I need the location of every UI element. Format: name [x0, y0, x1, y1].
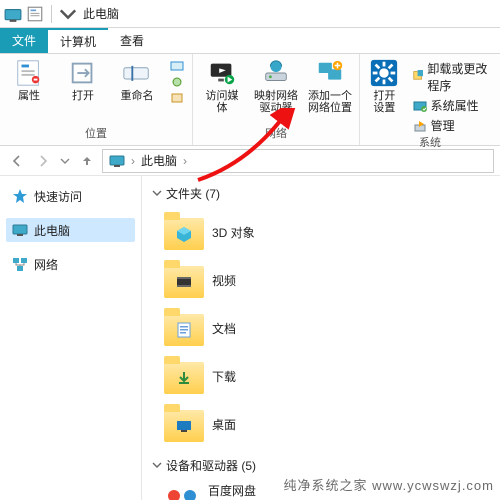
nav-forward-button[interactable]: [32, 150, 54, 172]
chevron-down-icon: [152, 188, 162, 198]
network-icon: [12, 256, 28, 272]
group-label-system: 系统: [419, 134, 441, 152]
mini-icon-1[interactable]: [170, 60, 184, 72]
folder-icon: [164, 356, 204, 396]
ribbon-tabs: 文件 计算机 查看: [0, 28, 500, 54]
watermark: 纯净系统之家 www.ycwswzj.com: [283, 475, 494, 494]
open-settings-label: 打开 设置: [373, 90, 395, 114]
nav-quick-access[interactable]: 快速访问: [6, 184, 135, 208]
section-drives-label: 设备和驱动器 (5): [166, 457, 256, 474]
properties-button[interactable]: 属性: [8, 58, 50, 102]
ribbon: 属性 打开 重命名 位置: [0, 54, 500, 146]
open-icon: [68, 58, 98, 88]
app-icon: [4, 5, 22, 23]
qat-divider: [51, 5, 52, 23]
pc-icon: [12, 222, 28, 238]
open-button[interactable]: 打开: [62, 58, 104, 102]
group-label-location: 位置: [85, 125, 107, 143]
manage-label: 管理: [431, 117, 455, 134]
uninstall-icon: [413, 70, 424, 84]
folder-item[interactable]: 桌面: [164, 402, 314, 446]
open-label: 打开: [72, 90, 94, 102]
ribbon-group-location: 属性 打开 重命名 位置: [0, 54, 193, 145]
access-media-label: 访问媒体: [201, 90, 243, 114]
nav-back-button[interactable]: [6, 150, 28, 172]
folder-icon: [164, 260, 204, 300]
add-net-location-icon: [315, 58, 345, 88]
rename-label: 重命名: [121, 90, 154, 102]
uninstall-programs-button[interactable]: 卸载或更改程序: [413, 60, 492, 94]
mini-icon-2[interactable]: [170, 76, 184, 88]
access-media-button[interactable]: 访问媒体: [201, 58, 243, 114]
nav-quick-label: 快速访问: [34, 188, 82, 205]
sys-props-label: 系统属性: [431, 97, 479, 114]
breadcrumb-bar[interactable]: › 此电脑 ›: [102, 149, 494, 173]
folder-icon: [164, 404, 204, 444]
window-title: 此电脑: [83, 5, 119, 22]
folder-icon: [164, 212, 204, 252]
uninstall-label: 卸载或更改程序: [427, 60, 492, 94]
section-drives-header[interactable]: 设备和驱动器 (5): [152, 454, 496, 476]
open-settings-button[interactable]: 打开 设置: [368, 58, 401, 114]
chevron-down-icon: [152, 460, 162, 470]
qat-customize-icon[interactable]: [59, 5, 77, 23]
folder-label: 下载: [212, 368, 236, 385]
manage-icon: [413, 119, 427, 133]
folder-item[interactable]: 3D 对象: [164, 210, 314, 254]
mini-icon-3[interactable]: [170, 92, 184, 104]
crumb-sep-icon: ›: [131, 154, 135, 168]
tab-computer[interactable]: 计算机: [48, 28, 108, 53]
manage-button[interactable]: 管理: [413, 117, 492, 134]
rename-button[interactable]: 重命名: [116, 58, 158, 102]
add-net-location-label: 添加一个 网络位置: [308, 90, 352, 114]
folder-label: 桌面: [212, 416, 236, 433]
nav-this-pc-label: 此电脑: [34, 222, 70, 239]
location-mini-icons: [170, 60, 184, 104]
nav-recent-button[interactable]: [58, 150, 72, 172]
content-pane: 文件夹 (7) 3D 对象视频文档下载桌面 设备和驱动器 (5) 百度网盘双击运…: [142, 176, 500, 500]
group-label-network: 网络: [265, 125, 287, 143]
nav-up-button[interactable]: [76, 150, 98, 172]
map-drive-label: 映射网络 驱动器: [254, 90, 298, 114]
ribbon-group-system: 打开 设置 卸载或更改程序 系统属性 管理 系统: [360, 54, 500, 145]
nav-this-pc[interactable]: 此电脑: [6, 218, 135, 242]
folder-icon: [164, 308, 204, 348]
explorer-body: 快速访问 此电脑 网络 文件夹 (7) 3D 对象视频文档下载桌面 设备和驱动器…: [0, 176, 500, 500]
section-folders-header[interactable]: 文件夹 (7): [152, 182, 496, 204]
quick-access-toolbar: [4, 5, 77, 23]
breadcrumb-root[interactable]: 此电脑: [141, 152, 177, 169]
folder-item[interactable]: 文档: [164, 306, 314, 350]
map-drive-icon: [261, 58, 291, 88]
navigation-pane: 快速访问 此电脑 网络: [0, 176, 142, 500]
tab-view[interactable]: 查看: [108, 28, 156, 53]
settings-gear-icon: [369, 58, 399, 88]
tab-file[interactable]: 文件: [0, 28, 48, 53]
sys-props-icon: [413, 99, 427, 113]
crumb-sep-icon: ›: [183, 154, 187, 168]
folder-label: 文档: [212, 320, 236, 337]
rename-icon: [122, 58, 152, 88]
properties-icon: [14, 58, 44, 88]
qat-properties-icon[interactable]: [26, 5, 44, 23]
ribbon-group-network: 访问媒体 映射网络 驱动器 添加一个 网络位置 网络: [193, 54, 360, 145]
properties-label: 属性: [18, 90, 40, 102]
nav-network[interactable]: 网络: [6, 252, 135, 276]
access-media-icon: [207, 58, 237, 88]
section-folders-label: 文件夹 (7): [166, 185, 220, 202]
map-drive-button[interactable]: 映射网络 驱动器: [255, 58, 297, 114]
folder-label: 3D 对象: [212, 224, 255, 241]
nav-network-label: 网络: [34, 256, 58, 273]
folder-item[interactable]: 下载: [164, 354, 314, 398]
folder-item[interactable]: 视频: [164, 258, 314, 302]
add-net-location-button[interactable]: 添加一个 网络位置: [309, 58, 351, 114]
folders-grid: 3D 对象视频文档下载桌面: [152, 204, 496, 454]
this-pc-icon: [109, 153, 125, 169]
drive-icon: [164, 482, 200, 500]
title-bar: 此电脑: [0, 0, 500, 28]
star-icon: [12, 188, 28, 204]
folder-label: 视频: [212, 272, 236, 289]
system-properties-button[interactable]: 系统属性: [413, 97, 492, 114]
